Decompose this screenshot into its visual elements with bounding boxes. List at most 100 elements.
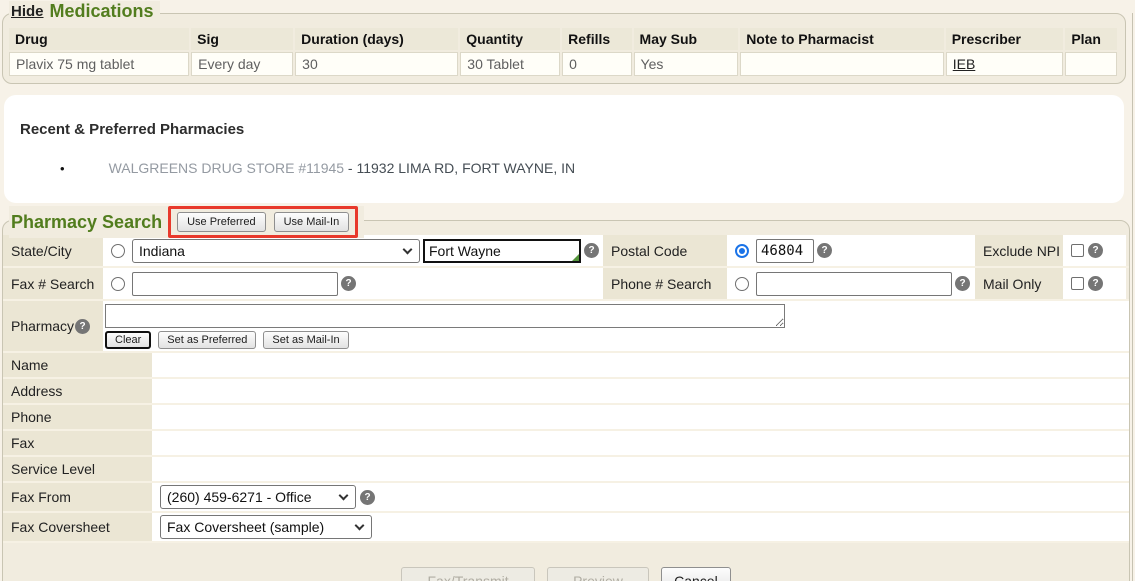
medications-table: Drug Sig Duration (days) Quantity Refill… bbox=[7, 26, 1119, 78]
address-value bbox=[152, 379, 1129, 403]
city-input-wrap bbox=[423, 239, 581, 263]
postal-code-field: ? bbox=[727, 235, 975, 266]
fax-search-help-icon[interactable]: ? bbox=[341, 276, 356, 291]
phone-search-field: ? bbox=[727, 268, 975, 299]
city-input[interactable] bbox=[423, 239, 581, 263]
postal-code-radio[interactable] bbox=[735, 244, 749, 258]
state-select-value: Indiana bbox=[139, 243, 185, 259]
preview-button[interactable]: -- Preview -- bbox=[547, 567, 649, 581]
mail-only-field: ? bbox=[1063, 268, 1126, 299]
phone-search-input[interactable] bbox=[756, 272, 952, 296]
service-level-row: Service Level bbox=[3, 457, 1129, 483]
fax-search-input[interactable] bbox=[132, 272, 338, 296]
set-as-preferred-button[interactable]: Set as Preferred bbox=[158, 331, 256, 349]
fax-coversheet-value-cell: Fax Coversheet (sample) bbox=[152, 513, 1129, 541]
pharmacy-address: - 11932 LIMA RD, FORT WAYNE, IN bbox=[344, 160, 575, 176]
pharmacy-search-section: Pharmacy Search Use Preferred Use Mail-I… bbox=[2, 220, 1130, 581]
fax-from-select[interactable]: (260) 459-6271 - Office bbox=[160, 485, 356, 509]
fax-from-row: Fax From (260) 459-6271 - Office ? bbox=[3, 483, 1129, 513]
annotation-highlight-box: Use Preferred Use Mail-In bbox=[168, 206, 358, 238]
chevron-down-icon bbox=[355, 521, 365, 531]
exclude-npi-field: ? bbox=[1063, 235, 1126, 266]
hide-medications-link[interactable]: Hide bbox=[11, 3, 44, 20]
bullet-icon: • bbox=[60, 161, 65, 176]
cancel-button[interactable]: Cancel bbox=[661, 567, 731, 581]
duration-cell: 30 bbox=[295, 52, 458, 76]
clear-button[interactable]: Clear bbox=[105, 331, 151, 349]
phone-row: Phone bbox=[3, 405, 1129, 431]
state-city-label: State/City bbox=[3, 235, 103, 266]
phone-search-radio[interactable] bbox=[735, 277, 749, 291]
address-label: Address bbox=[3, 379, 152, 403]
recent-pharmacies-title: Recent & Preferred Pharmacies bbox=[20, 121, 1124, 138]
fax-from-label: Fax From bbox=[3, 483, 152, 511]
fax-transmit-button[interactable]: -- Fax/Transmit -- bbox=[401, 567, 535, 581]
service-level-value bbox=[152, 457, 1129, 481]
mail-only-help-icon[interactable]: ? bbox=[1088, 276, 1103, 291]
phone-search-label: Phone # Search bbox=[603, 268, 727, 299]
name-row: Name bbox=[3, 353, 1129, 379]
state-city-row: State/City Indiana ? Postal Code ? Exclu… bbox=[3, 235, 1129, 268]
sig-cell: Every day bbox=[191, 52, 293, 76]
medications-header-row: Drug Sig Duration (days) Quantity Refill… bbox=[9, 28, 1117, 50]
phone-search-help-icon[interactable]: ? bbox=[955, 276, 970, 291]
pharmacy-name-link[interactable]: WALGREENS DRUG STORE #11945 bbox=[109, 160, 344, 176]
pharmacy-label-cell: Pharmacy? bbox=[3, 301, 103, 351]
prescriber-cell: IEB bbox=[946, 52, 1064, 76]
recent-pharmacies-panel: Recent & Preferred Pharmacies • WALGREEN… bbox=[4, 95, 1124, 203]
pharmacy-field: Clear Set as Preferred Set as Mail-In bbox=[103, 301, 1129, 351]
fax-search-radio[interactable] bbox=[111, 277, 125, 291]
col-quantity: Quantity bbox=[460, 28, 560, 50]
col-plan: Plan bbox=[1065, 28, 1117, 50]
chevron-down-icon bbox=[339, 491, 349, 501]
fax-from-select-value: (260) 459-6271 - Office bbox=[167, 489, 312, 505]
fax-search-row: Fax # Search ? Phone # Search ? Mail Onl… bbox=[3, 268, 1129, 301]
col-refills: Refills bbox=[562, 28, 631, 50]
medications-section: Hide Medications Drug Sig Duration (days… bbox=[2, 13, 1126, 84]
pharmacy-textarea[interactable] bbox=[105, 304, 785, 328]
state-city-radio[interactable] bbox=[111, 244, 125, 258]
pharmacy-row: Pharmacy? Clear Set as Preferred Set as … bbox=[3, 301, 1129, 353]
mail-only-label: Mail Only bbox=[975, 268, 1063, 299]
pharmacy-buttons: Clear Set as Preferred Set as Mail-In bbox=[105, 331, 349, 349]
exclude-npi-help-icon[interactable]: ? bbox=[1088, 243, 1103, 258]
drug-cell: Plavix 75 mg tablet bbox=[9, 52, 189, 76]
footer-actions: -- Fax/Transmit -- -- Preview -- Cancel bbox=[3, 543, 1129, 581]
chevron-down-icon bbox=[403, 244, 413, 254]
fax-label: Fax bbox=[3, 431, 152, 455]
state-select[interactable]: Indiana bbox=[132, 239, 420, 263]
col-duration: Duration (days) bbox=[295, 28, 458, 50]
fax-search-field: ? bbox=[103, 268, 603, 299]
fax-coversheet-select[interactable]: Fax Coversheet (sample) bbox=[160, 515, 372, 539]
exclude-npi-label: Exclude NPI bbox=[975, 235, 1063, 266]
quantity-cell: 30 Tablet bbox=[460, 52, 560, 76]
postal-code-input[interactable] bbox=[756, 239, 814, 263]
autofill-corner-icon bbox=[572, 254, 579, 261]
pharmacy-search-legend: Pharmacy Search Use Preferred Use Mail-I… bbox=[9, 206, 364, 238]
service-level-label: Service Level bbox=[3, 457, 152, 481]
prescriber-link[interactable]: IEB bbox=[953, 56, 976, 72]
address-row: Address bbox=[3, 379, 1129, 405]
fax-search-label: Fax # Search bbox=[3, 268, 103, 299]
page-right-border bbox=[1132, 13, 1133, 581]
exclude-npi-checkbox[interactable] bbox=[1071, 244, 1084, 257]
col-note: Note to Pharmacist bbox=[740, 28, 944, 50]
city-help-icon[interactable]: ? bbox=[584, 243, 599, 258]
fax-from-help-icon[interactable]: ? bbox=[360, 490, 375, 505]
fax-value bbox=[152, 431, 1129, 455]
fax-coversheet-row: Fax Coversheet Fax Coversheet (sample) bbox=[3, 513, 1129, 543]
note-cell bbox=[740, 52, 944, 76]
col-sig: Sig bbox=[191, 28, 293, 50]
set-as-mail-in-button[interactable]: Set as Mail-In bbox=[263, 331, 348, 349]
pharmacy-search-title: Pharmacy Search bbox=[11, 212, 162, 233]
state-city-field: Indiana ? bbox=[103, 235, 603, 266]
col-prescriber: Prescriber bbox=[946, 28, 1064, 50]
use-preferred-button[interactable]: Use Preferred bbox=[177, 212, 265, 232]
use-mail-in-button[interactable]: Use Mail-In bbox=[274, 212, 350, 232]
col-drug: Drug bbox=[9, 28, 189, 50]
pharmacy-help-icon[interactable]: ? bbox=[75, 319, 90, 334]
fax-coversheet-select-value: Fax Coversheet (sample) bbox=[167, 519, 324, 535]
postal-code-help-icon[interactable]: ? bbox=[817, 243, 832, 258]
name-label: Name bbox=[3, 353, 152, 377]
mail-only-checkbox[interactable] bbox=[1071, 277, 1084, 290]
